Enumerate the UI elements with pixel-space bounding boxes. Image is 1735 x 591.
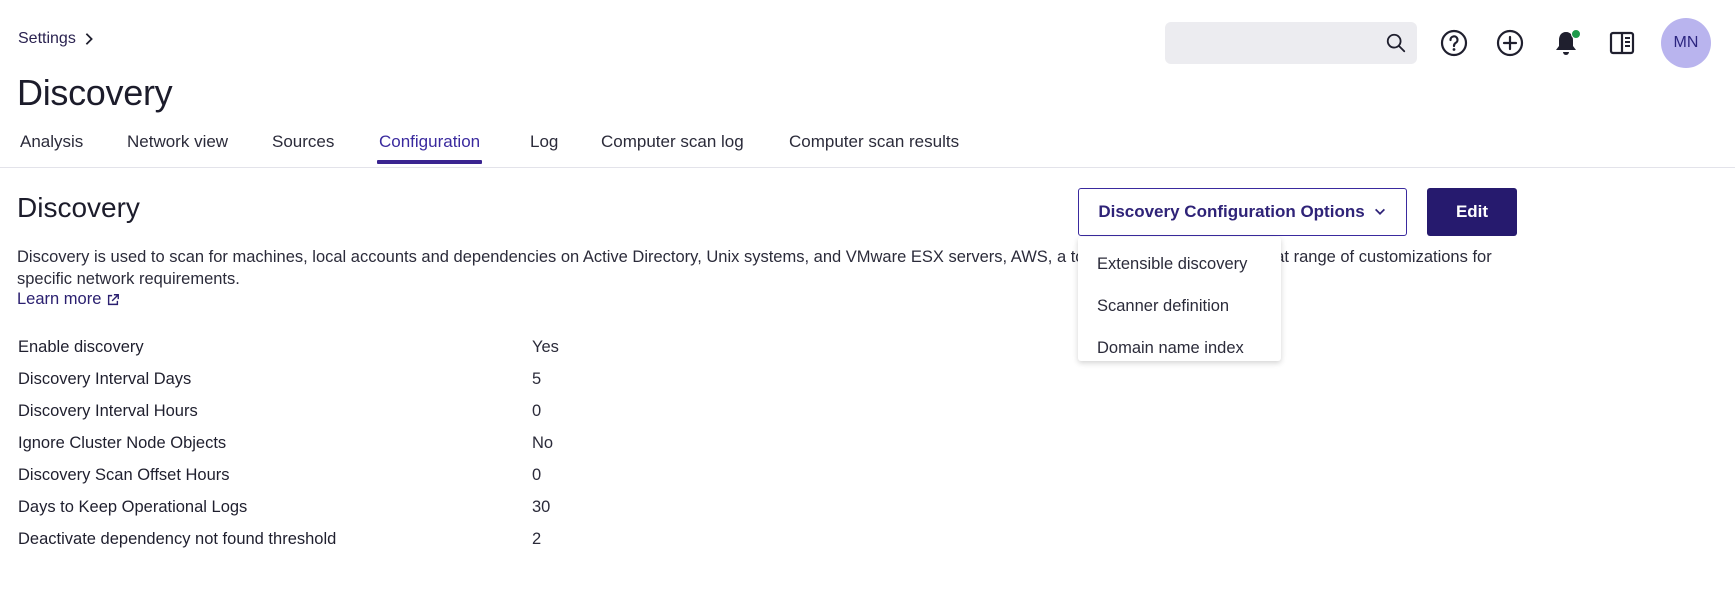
menu-item-extensible-discovery[interactable]: Extensible discovery <box>1078 243 1281 285</box>
breadcrumb: Settings <box>18 30 96 48</box>
property-value: 30 <box>532 497 551 516</box>
properties-list: Enable discovery Yes Discovery Interval … <box>18 331 559 555</box>
property-row: Discovery Interval Hours 0 <box>18 395 559 427</box>
property-label: Discovery Interval Hours <box>18 401 198 420</box>
property-value: Yes <box>532 337 559 356</box>
notification-dot <box>1571 29 1581 39</box>
property-value: No <box>532 433 554 452</box>
chevron-right-icon <box>85 33 93 45</box>
section-description: Discovery is used to scan for machines, … <box>17 248 1492 288</box>
learn-more-link[interactable]: Learn more <box>17 290 120 309</box>
search-input[interactable] <box>1165 22 1417 64</box>
chevron-down-icon <box>1374 208 1385 215</box>
tab-network-view[interactable]: Network view <box>127 132 228 164</box>
property-label: Enable discovery <box>18 337 144 356</box>
tab-log[interactable]: Log <box>530 132 558 164</box>
property-row: Discovery Interval Days 5 <box>18 363 559 395</box>
page: Settings Discovery MN Analysis Network v… <box>0 0 1735 591</box>
search-box <box>1165 22 1417 64</box>
plus-circle-icon <box>1496 29 1524 57</box>
property-value: 2 <box>532 529 542 548</box>
options-dropdown-menu: Extensible discovery Scanner definition … <box>1078 237 1281 361</box>
property-label: Discovery Interval Days <box>18 369 192 388</box>
property-row: Days to Keep Operational Logs 30 <box>18 491 559 523</box>
tab-bar: Analysis Network view Sources Configurat… <box>0 122 1735 168</box>
sidebar-panel-icon <box>1609 31 1635 55</box>
panel-toggle-button[interactable] <box>1603 24 1641 62</box>
property-value: 0 <box>532 465 542 484</box>
property-label: Ignore Cluster Node Objects <box>18 433 227 452</box>
page-title: Discovery <box>17 72 173 113</box>
breadcrumb-settings-link[interactable]: Settings <box>18 30 76 48</box>
discovery-configuration-options-button[interactable]: Discovery Configuration Options <box>1078 188 1407 236</box>
menu-item-domain-name-index[interactable]: Domain name index <box>1078 327 1281 369</box>
property-label: Days to Keep Operational Logs <box>18 497 248 516</box>
options-button-label: Discovery Configuration Options <box>1098 202 1365 221</box>
tab-computer-scan-results[interactable]: Computer scan results <box>789 132 959 164</box>
property-label: Deactivate dependency not found threshol… <box>18 529 337 548</box>
learn-more-label: Learn more <box>17 290 102 308</box>
property-row: Ignore Cluster Node Objects No <box>18 427 559 459</box>
notifications-button[interactable] <box>1547 24 1585 62</box>
section-title: Discovery <box>17 192 140 223</box>
tab-configuration[interactable]: Configuration <box>376 132 483 164</box>
help-button[interactable] <box>1435 24 1473 62</box>
property-row: Discovery Scan Offset Hours 0 <box>18 459 559 491</box>
search-icon[interactable] <box>1385 32 1407 54</box>
external-link-icon <box>108 293 120 305</box>
property-label: Discovery Scan Offset Hours <box>18 465 230 484</box>
user-avatar[interactable]: MN <box>1661 18 1711 68</box>
tab-sources[interactable]: Sources <box>272 132 334 164</box>
menu-item-scanner-definition[interactable]: Scanner definition <box>1078 285 1281 327</box>
property-row: Deactivate dependency not found threshol… <box>18 523 559 555</box>
property-row: Enable discovery Yes <box>18 331 559 363</box>
add-button[interactable] <box>1491 24 1529 62</box>
tab-analysis[interactable]: Analysis <box>20 132 83 164</box>
property-value: 5 <box>532 369 542 388</box>
property-value: 0 <box>532 401 542 420</box>
top-actions: MN <box>1165 18 1711 68</box>
edit-button[interactable]: Edit <box>1427 188 1517 236</box>
tab-computer-scan-log[interactable]: Computer scan log <box>601 132 744 164</box>
help-icon <box>1440 29 1468 57</box>
